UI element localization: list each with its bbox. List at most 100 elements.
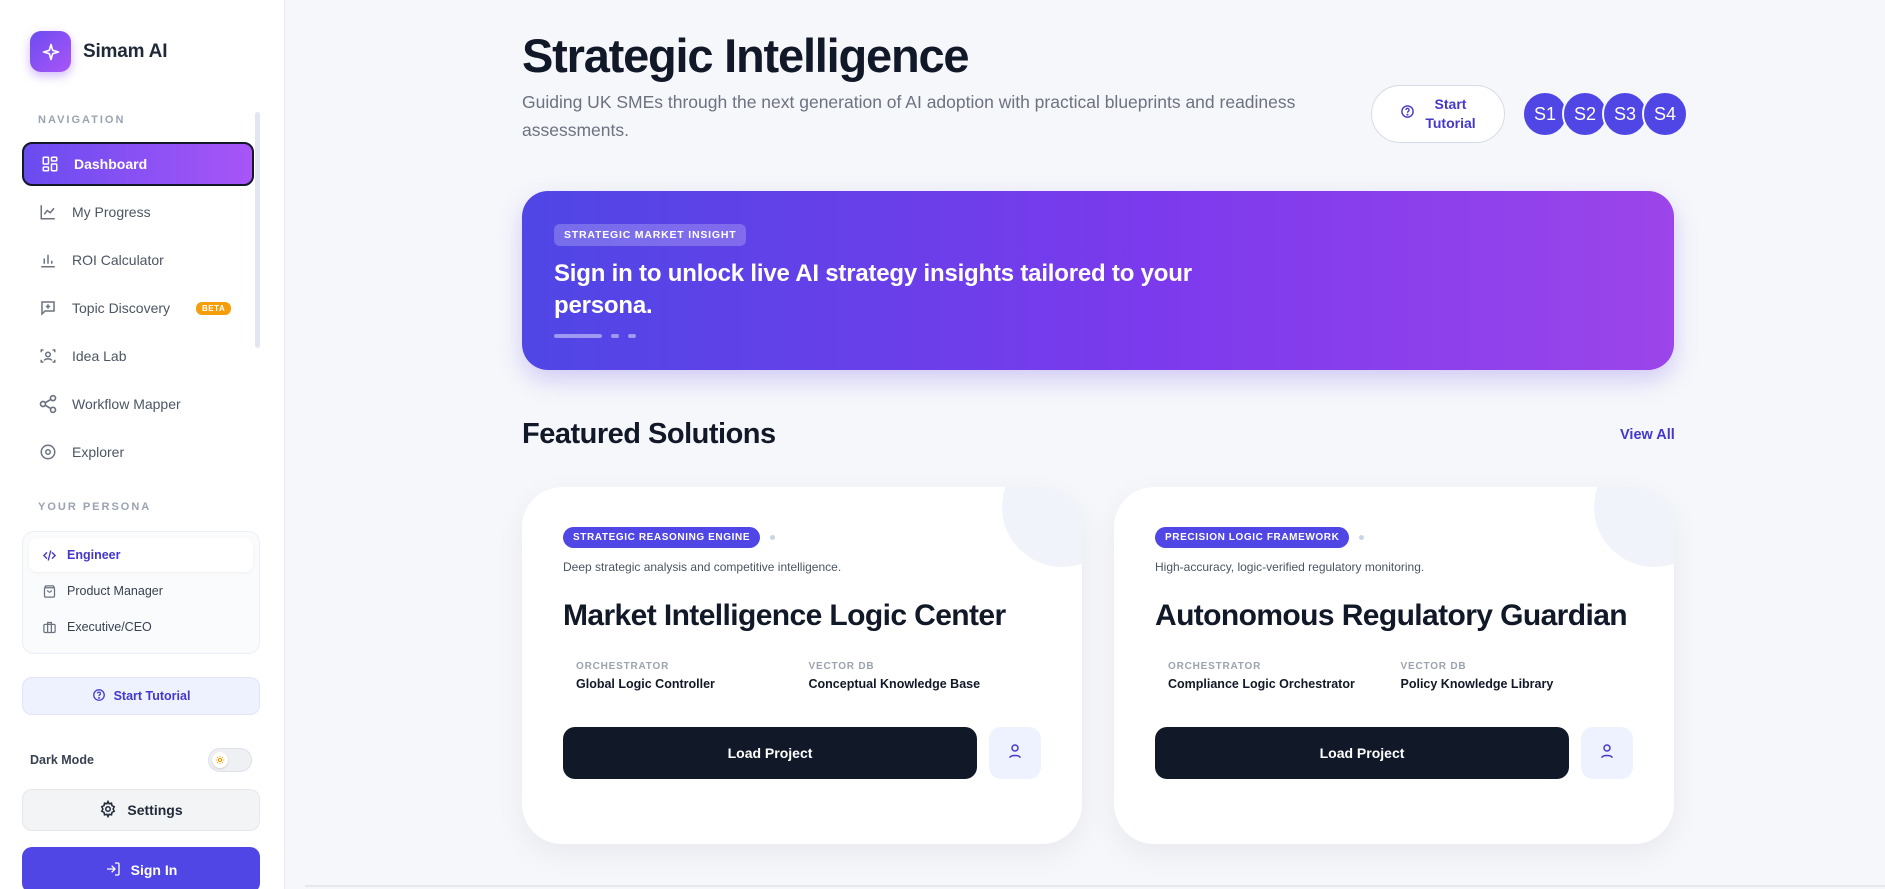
navigation-label: NAVIGATION	[38, 114, 126, 126]
card-badge: STRATEGIC REASONING ENGINE	[563, 527, 761, 548]
load-project-button[interactable]: Load Project	[563, 727, 977, 779]
user-icon	[1598, 742, 1616, 765]
vector-db-label: VECTOR DB	[1400, 661, 1467, 672]
status-dot	[1359, 535, 1365, 540]
vector-db-label: VECTOR DB	[808, 661, 875, 672]
divider	[305, 885, 1885, 887]
view-all-link[interactable]: View All	[1620, 427, 1675, 443]
solution-card: PRECISION LOGIC FRAMEWORK High-accuracy,…	[1114, 487, 1674, 844]
carousel-dots	[554, 334, 1642, 338]
sidebar-item-workflow-mapper[interactable]: Workflow Mapper	[22, 382, 254, 426]
briefcase-icon	[41, 619, 57, 635]
market-insight-banner: STRATEGIC MARKET INSIGHT Sign in to unlo…	[522, 191, 1674, 370]
compass-icon	[38, 442, 58, 462]
gear-icon	[99, 799, 117, 821]
nav-list: Dashboard My Progress ROI Calculator Top…	[22, 142, 254, 462]
persona-product-manager[interactable]: Product Manager	[29, 574, 253, 608]
settings-button[interactable]: Settings	[22, 789, 260, 831]
card-description: High-accuracy, logic-verified regulatory…	[1155, 560, 1425, 574]
load-project-button[interactable]: Load Project	[1155, 727, 1569, 779]
user-button[interactable]	[989, 727, 1041, 779]
card-badge-row: PRECISION LOGIC FRAMEWORK	[1155, 527, 1633, 548]
sidebar-item-label: ROI Calculator	[72, 252, 164, 268]
sidebar-item-dashboard[interactable]: Dashboard	[22, 142, 254, 186]
sidebar-item-label: Topic Discovery	[72, 300, 171, 316]
status-dot	[770, 535, 776, 540]
header-start-tutorial-button[interactable]: Start Tutorial	[1371, 85, 1505, 143]
vector-db-value: Policy Knowledge Library	[1400, 677, 1554, 691]
sidebar: Simam AI NAVIGATION Dashboard My Progres…	[0, 0, 285, 889]
sidebar-item-label: Idea Lab	[72, 348, 127, 364]
carousel-dot[interactable]	[611, 334, 619, 338]
message-plus-icon	[38, 298, 58, 318]
dark-mode-label: Dark Mode	[30, 753, 94, 767]
card-meta: ORCHESTRATOR Compliance Logic Orchestrat…	[1155, 661, 1633, 691]
sidebar-item-my-progress[interactable]: My Progress	[22, 190, 254, 234]
persona-label: YOUR PERSONA	[38, 501, 152, 513]
step-indicators: S1 S2 S3 S4	[1522, 91, 1688, 137]
card-title: Market Intelligence Logic Center	[563, 599, 1006, 632]
hero-badge: STRATEGIC MARKET INSIGHT	[554, 224, 747, 246]
tutorial-line-1: Start	[1434, 96, 1467, 112]
sign-in-icon	[105, 861, 121, 880]
user-icon	[1006, 742, 1024, 765]
share-icon	[38, 394, 58, 414]
sidebar-item-label: My Progress	[72, 204, 151, 220]
card-actions: Load Project	[1155, 727, 1633, 779]
persona-label-text: Executive/CEO	[67, 620, 152, 634]
beta-badge: BETA	[196, 301, 232, 315]
persona-selector: Engineer Product Manager Executive/CEO	[22, 531, 260, 654]
app-name: Simam AI	[83, 40, 168, 62]
card-actions: Load Project	[563, 727, 1041, 779]
sign-in-label: Sign In	[130, 862, 178, 878]
vector-db-info: VECTOR DB Policy Knowledge Library	[1401, 661, 1634, 691]
persona-label-text: Product Manager	[67, 584, 163, 598]
dark-mode-toggle[interactable]	[208, 748, 252, 772]
sidebar-item-topic-discovery[interactable]: Topic Discovery BETA	[22, 286, 254, 330]
card-badge: PRECISION LOGIC FRAMEWORK	[1155, 527, 1350, 548]
card-meta: ORCHESTRATOR Global Logic Controller VEC…	[563, 661, 1041, 691]
sidebar-item-label: Dashboard	[74, 156, 148, 172]
hero-text: Sign in to unlock live AI strategy insig…	[554, 260, 1192, 319]
tutorial-label: Start Tutorial	[113, 689, 191, 703]
bag-icon	[41, 583, 57, 599]
orchestrator-info: ORCHESTRATOR Global Logic Controller	[576, 661, 809, 691]
page-subtitle: Guiding UK SMEs through the next generat…	[522, 92, 1296, 140]
page-title: Strategic Intelligence	[522, 29, 970, 82]
user-button[interactable]	[1581, 727, 1633, 779]
step-s4[interactable]: S4	[1642, 91, 1688, 137]
orchestrator-value: Compliance Logic Orchestrator	[1168, 677, 1355, 691]
solution-card: STRATEGIC REASONING ENGINE Deep strategi…	[522, 487, 1082, 844]
card-description: Deep strategic analysis and competitive …	[563, 560, 842, 574]
featured-solutions-title: Featured Solutions	[522, 418, 776, 450]
persona-label-text: Engineer	[67, 548, 121, 562]
brand[interactable]: Simam AI	[30, 31, 167, 72]
tutorial-label: Start Tutorial	[1425, 95, 1475, 133]
sidebar-scrollbar[interactable]	[255, 112, 260, 348]
settings-label: Settings	[127, 802, 183, 818]
orchestrator-label: ORCHESTRATOR	[1168, 661, 1262, 672]
carousel-dot[interactable]	[628, 334, 636, 338]
card-title: Autonomous Regulatory Guardian	[1155, 599, 1628, 632]
sidebar-item-idea-lab[interactable]: Idea Lab	[22, 334, 254, 378]
vector-db-value: Conceptual Knowledge Base	[808, 677, 981, 691]
help-circle-icon	[92, 688, 106, 705]
dashboard-icon	[40, 154, 60, 174]
code-icon	[41, 547, 57, 563]
tutorial-line-2: Tutorial	[1425, 115, 1476, 131]
persona-executive[interactable]: Executive/CEO	[29, 610, 253, 644]
bar-chart-icon	[38, 250, 58, 270]
sidebar-item-explorer[interactable]: Explorer	[22, 430, 254, 462]
card-badge-row: STRATEGIC REASONING ENGINE	[563, 527, 1041, 548]
sun-icon	[212, 752, 228, 768]
sign-in-button[interactable]: Sign In	[22, 847, 260, 889]
sparkle-icon	[30, 31, 71, 72]
carousel-dot-active[interactable]	[554, 334, 602, 338]
orchestrator-value: Global Logic Controller	[576, 677, 715, 691]
help-circle-icon	[1400, 104, 1415, 124]
orchestrator-info: ORCHESTRATOR Compliance Logic Orchestrat…	[1168, 661, 1401, 691]
chart-line-icon	[38, 202, 58, 222]
sidebar-item-roi-calculator[interactable]: ROI Calculator	[22, 238, 254, 282]
sidebar-start-tutorial-button[interactable]: Start Tutorial	[22, 677, 260, 715]
persona-engineer[interactable]: Engineer	[29, 538, 253, 572]
